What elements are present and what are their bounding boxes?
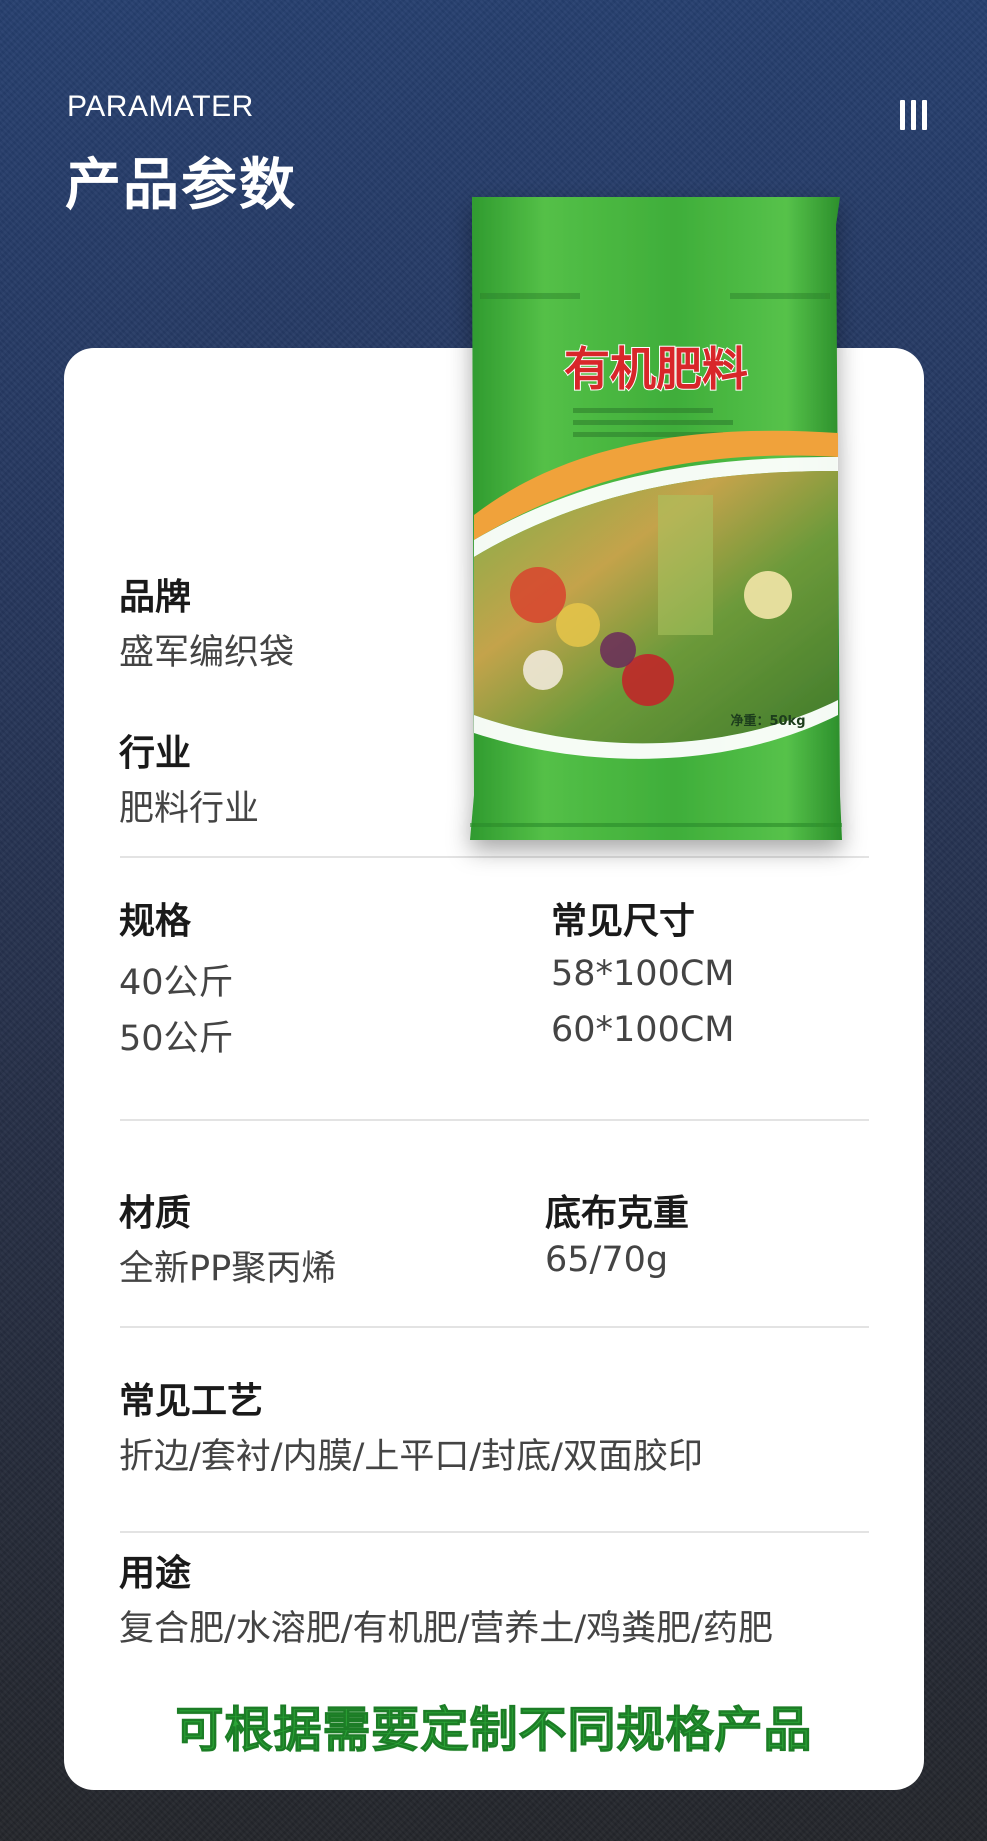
industry-label: 行业	[119, 733, 192, 774]
brand-label: 品牌	[119, 577, 192, 618]
divider	[120, 1119, 869, 1121]
size-value-2: 60*100CM	[551, 1010, 735, 1050]
fertilizer-bag-image: 有机肥料 净重：50kg	[468, 195, 844, 845]
bag-title: 有机肥料	[564, 342, 748, 396]
spec-value-2: 50公斤	[119, 1019, 234, 1059]
fabric-weight-value: 65/70g	[545, 1240, 669, 1280]
custom-slogan: 可根据需要定制不同规格产品	[175, 1702, 813, 1759]
menu-icon[interactable]	[900, 100, 930, 130]
craft-value: 折边/套衬/内膜/上平口/封底/双面胶印	[119, 1437, 703, 1477]
fabric-weight-label: 底布克重	[545, 1193, 690, 1234]
usage-value: 复合肥/水溶肥/有机肥/营养土/鸡粪肥/药肥	[119, 1609, 773, 1649]
section-subtitle: PARAMATER	[67, 90, 254, 123]
divider	[120, 856, 869, 858]
brand-value: 盛军编织袋	[119, 633, 295, 673]
size-value-1: 58*100CM	[551, 954, 735, 994]
section-title: 产品参数	[65, 153, 297, 218]
usage-label: 用途	[119, 1553, 192, 1594]
divider	[120, 1326, 869, 1328]
industry-value: 肥料行业	[119, 789, 260, 829]
material-label: 材质	[119, 1193, 192, 1234]
spec-value-1: 40公斤	[119, 963, 234, 1003]
spec-label: 规格	[119, 901, 192, 942]
bag-net-weight: 净重：50kg	[730, 713, 805, 729]
size-label: 常见尺寸	[551, 901, 696, 942]
divider	[120, 1531, 869, 1533]
craft-label: 常见工艺	[119, 1381, 264, 1422]
material-value: 全新PP聚丙烯	[119, 1249, 337, 1289]
